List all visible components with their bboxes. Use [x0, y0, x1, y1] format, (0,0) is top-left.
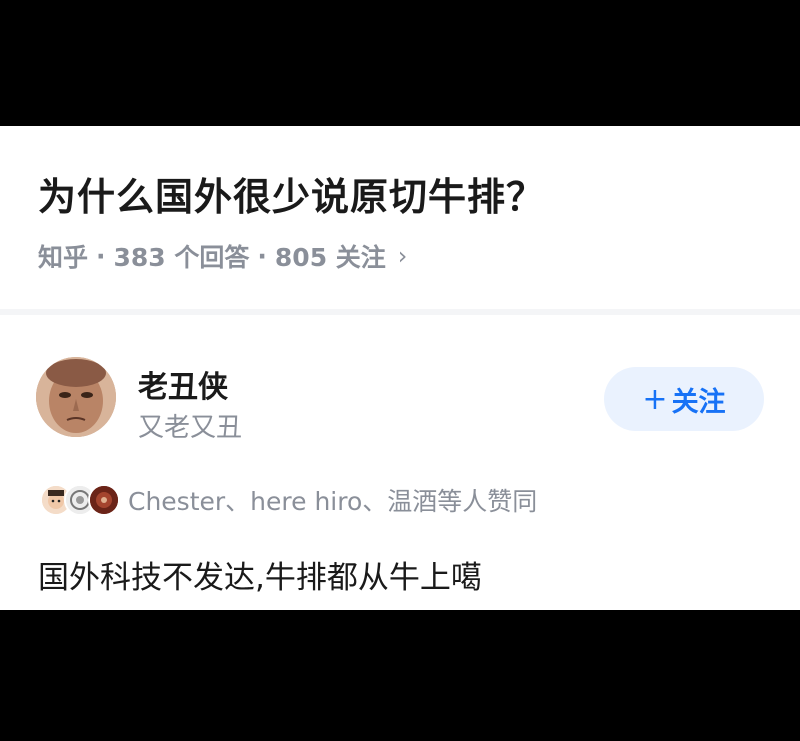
source-label: 知乎: [38, 243, 89, 272]
upvoter-avatars: [40, 484, 124, 516]
plus-icon: +: [642, 381, 668, 417]
section-divider: [0, 309, 800, 315]
author-bio: 又老又丑: [138, 413, 243, 443]
upvote-text: Chester、here hiro、温酒等人赞同: [128, 487, 538, 516]
upvoter-avatar-icon: [88, 484, 120, 516]
question-card: 为什么国外很少说原切牛排？ 知乎 · 383 个回答 · 805 关注 › 老丑…: [0, 126, 800, 610]
answer-text[interactable]: 国外科技不发达,牛排都从牛上噶: [38, 552, 482, 597]
avatar-icon[interactable]: [36, 357, 116, 437]
chevron-right-icon: ›: [397, 242, 408, 270]
meta-separator: ·: [96, 241, 106, 271]
screenshot-frame: 为什么国外很少说原切牛排？ 知乎 · 383 个回答 · 805 关注 › 老丑…: [0, 0, 800, 741]
question-meta[interactable]: 知乎 · 383 个回答 · 805 关注 ›: [38, 238, 407, 274]
meta-separator: ·: [257, 241, 267, 271]
upvote-summary[interactable]: Chester、here hiro、温酒等人赞同: [40, 482, 537, 518]
author-name[interactable]: 老丑侠: [138, 362, 228, 406]
follow-button[interactable]: + 关注: [604, 367, 764, 431]
question-title[interactable]: 为什么国外很少说原切牛排？: [38, 166, 545, 221]
follower-count: 805 关注: [274, 243, 386, 272]
follow-label: 关注: [671, 386, 726, 418]
answer-count: 383 个回答: [113, 243, 250, 272]
